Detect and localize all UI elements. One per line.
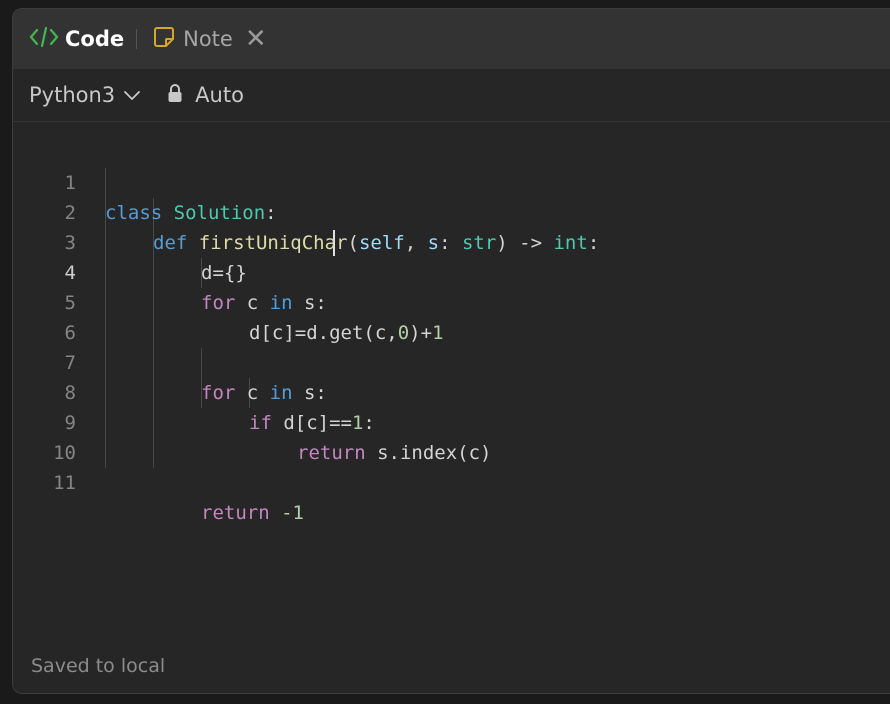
code-line: 7 for c in s: (13, 318, 890, 404)
code-panel: Code Note ✕ Python3 Auto 1 class Solutio… (12, 8, 890, 694)
close-icon[interactable]: ✕ (245, 26, 267, 52)
code-editor[interactable]: 1 class Solution: 2 def firstUniqChar(se… (13, 122, 890, 643)
tab-bar: Code Note ✕ (13, 9, 890, 69)
code-line: 5 d[c]=d.get(c,0)+1 (13, 258, 890, 344)
code-line: 6 (13, 288, 890, 344)
auto-mode-button[interactable]: Auto (167, 83, 244, 107)
chevron-down-icon (123, 86, 141, 105)
code-line: 1 class Solution: (13, 138, 890, 224)
line-number: 11 (53, 472, 76, 494)
language-label: Python3 (29, 83, 116, 107)
save-status: Saved to local (31, 655, 166, 677)
text-cursor (333, 230, 335, 256)
auto-label: Auto (195, 83, 244, 107)
code-line: 8 if d[c]==1: (13, 348, 890, 434)
editor-toolbar: Python3 Auto (13, 69, 890, 122)
code-icon (29, 26, 59, 52)
tab-code[interactable]: Code (29, 9, 124, 69)
lock-icon (167, 83, 183, 107)
code-text: return -1 (201, 502, 304, 524)
code-line: 2 def firstUniqChar(self, s: str) -> int… (13, 168, 890, 254)
tab-note[interactable]: Note ✕ (153, 9, 267, 69)
code-line: 3 d={} (13, 198, 890, 284)
tab-code-label: Code (65, 27, 125, 51)
language-select[interactable]: Python3 (29, 83, 141, 107)
code-line: 11 return -1 (13, 438, 890, 524)
code-line: 9 return s.index(c) (13, 378, 890, 464)
note-icon (153, 26, 175, 52)
tab-divider (136, 29, 138, 49)
code-line: 4 for c in s: (13, 228, 890, 314)
tab-note-label: Note (183, 27, 233, 51)
code-line: 10 (13, 408, 890, 464)
